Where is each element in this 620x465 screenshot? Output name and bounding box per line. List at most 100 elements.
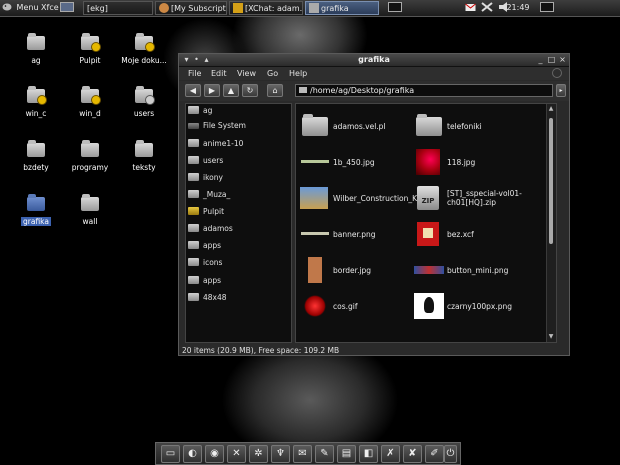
task-browser[interactable]: [My Subscripti... bbox=[155, 1, 227, 15]
desktop-icon-ag[interactable]: ag bbox=[11, 33, 61, 65]
folder-icon bbox=[135, 140, 153, 157]
task-xchat[interactable]: [XChat: adam... bbox=[229, 1, 303, 15]
throbber-icon bbox=[552, 68, 562, 78]
xcf-thumbnail-icon bbox=[414, 221, 444, 247]
menu-view[interactable]: View bbox=[237, 68, 256, 79]
drive-icon bbox=[188, 123, 199, 129]
home-icon[interactable]: ⌂ bbox=[267, 84, 283, 97]
folder-icon bbox=[309, 3, 319, 13]
sidebar-item-48x48[interactable]: 48x48 bbox=[188, 291, 227, 305]
sidebar-item-users[interactable]: users bbox=[188, 154, 223, 168]
scroll-up-icon[interactable]: ▲ bbox=[548, 105, 554, 113]
xcf-thumbnail-icon bbox=[300, 185, 330, 211]
desktop-icon-programy[interactable]: programy bbox=[65, 140, 115, 172]
file-item[interactable]: bez.xcf bbox=[414, 221, 539, 249]
scrollbar-thumb[interactable] bbox=[549, 118, 553, 244]
folder-icon bbox=[27, 194, 45, 211]
desktop-icon-moje-dokumenty[interactable]: Moje doku... bbox=[119, 33, 169, 65]
sidebar-item-muza[interactable]: _Muza_ bbox=[188, 188, 230, 202]
file-item[interactable]: 118.jpg bbox=[414, 149, 539, 177]
system-tool-icon[interactable]: ✗ bbox=[381, 445, 400, 463]
folder-icon bbox=[188, 190, 199, 198]
menu-help[interactable]: Help bbox=[289, 68, 307, 79]
folder-icon bbox=[81, 194, 99, 211]
image-thumbnail-icon bbox=[300, 149, 330, 175]
file-item[interactable]: cos.gif bbox=[300, 293, 425, 321]
image-thumbnail-icon bbox=[414, 257, 444, 283]
music-player-icon[interactable]: ◉ bbox=[205, 445, 224, 463]
status-text: 20 items (20.9 MB), Free space: 109.2 MB bbox=[182, 346, 340, 355]
sidebar-item-apps[interactable]: apps bbox=[188, 239, 221, 253]
folder-icon bbox=[188, 156, 199, 164]
desktop-icon-grafika[interactable]: grafika bbox=[11, 194, 61, 226]
menu-go[interactable]: Go bbox=[267, 68, 278, 79]
sidebar-item-file-system[interactable]: File System bbox=[188, 119, 246, 133]
folder-icon bbox=[27, 86, 47, 105]
file-item[interactable]: adamos.vel.pl bbox=[300, 113, 425, 141]
file-manager-icon[interactable]: ▤ bbox=[337, 445, 356, 463]
file-item[interactable]: telefoniki bbox=[414, 113, 539, 141]
tools-icon[interactable]: ✕ bbox=[227, 445, 246, 463]
clock[interactable]: 21:49 bbox=[503, 1, 533, 15]
sidebar-item-adamos[interactable]: adamos bbox=[188, 222, 233, 236]
window-titlebar[interactable]: ▾ • ▴ grafika _ □ × bbox=[179, 54, 569, 67]
sidebar: ag File System anime1-10 users ikony _Mu… bbox=[185, 103, 292, 343]
network-tool-icon[interactable]: ✘ bbox=[403, 445, 422, 463]
show-desktop-icon[interactable] bbox=[60, 1, 76, 15]
sidebar-item-ikony[interactable]: ikony bbox=[188, 171, 223, 185]
desktop-icon-wall[interactable]: wall bbox=[65, 194, 115, 226]
graphics-editor-icon[interactable]: ✎ bbox=[315, 445, 334, 463]
workspace-switcher-1[interactable] bbox=[388, 1, 404, 15]
logout-icon[interactable]: ⏻ bbox=[444, 445, 457, 463]
location-field[interactable]: /home/ag/Desktop/grafika bbox=[295, 84, 553, 97]
desktop-icon-users[interactable]: users bbox=[119, 86, 169, 118]
network-icon[interactable]: ♆ bbox=[271, 445, 290, 463]
sidebar-item-pulpit[interactable]: Pulpit bbox=[188, 205, 224, 219]
minimize-icon[interactable]: _ bbox=[536, 55, 545, 64]
path-expand-icon[interactable]: ▸ bbox=[556, 84, 566, 97]
maximize-icon[interactable]: □ bbox=[547, 55, 556, 64]
desktop-icon-bzdety[interactable]: bzdety bbox=[11, 140, 61, 172]
sidebar-item-anime1-10[interactable]: anime1-10 bbox=[188, 137, 243, 151]
sidebar-item-ag[interactable]: ag bbox=[188, 104, 212, 118]
file-item[interactable]: border.jpg bbox=[300, 257, 425, 285]
mail-icon[interactable]: ✉ bbox=[293, 445, 312, 463]
scroll-down-icon[interactable]: ▼ bbox=[548, 333, 554, 341]
workspace-switcher-2[interactable] bbox=[540, 1, 556, 15]
forward-icon[interactable]: ▶ bbox=[204, 84, 220, 97]
close-icon[interactable]: × bbox=[558, 55, 567, 64]
vertical-scrollbar[interactable]: ▲ ▼ bbox=[546, 104, 556, 342]
sidebar-item-icons[interactable]: icons bbox=[188, 256, 222, 270]
folder-icon bbox=[188, 139, 199, 147]
up-icon[interactable]: ▲ bbox=[223, 84, 239, 97]
chat-icon[interactable]: ◧ bbox=[359, 445, 378, 463]
file-manager-window: ▾ • ▴ grafika _ □ × File Edit View Go He… bbox=[178, 53, 570, 356]
mail-icon[interactable] bbox=[465, 1, 477, 15]
back-icon[interactable]: ◀ bbox=[185, 84, 201, 97]
file-item[interactable]: button_mini.png bbox=[414, 257, 539, 285]
settings-gear-icon[interactable]: ✲ bbox=[249, 445, 268, 463]
desktop-icon-teksty[interactable]: teksty bbox=[119, 140, 169, 172]
network-icon[interactable] bbox=[481, 1, 495, 15]
task-grafika[interactable]: grafika bbox=[305, 1, 379, 15]
browser-icon[interactable]: ◐ bbox=[183, 445, 202, 463]
terminal-icon[interactable]: ▭ bbox=[161, 445, 180, 463]
reload-icon[interactable]: ↻ bbox=[242, 84, 258, 97]
file-item[interactable]: czarny100px.png bbox=[414, 293, 539, 321]
desktop-icon-pulpit[interactable]: Pulpit bbox=[65, 33, 115, 65]
sidebar-item-apps-2[interactable]: apps bbox=[188, 274, 221, 288]
file-item[interactable]: 1b_450.jpg bbox=[300, 149, 425, 177]
desktop-icon-win-c[interactable]: win_c bbox=[11, 86, 61, 118]
file-item[interactable]: Wilber_Construction_Kit.xcf bbox=[300, 185, 436, 213]
wrench-icon[interactable]: ✐ bbox=[425, 445, 444, 463]
image-thumbnail-icon bbox=[300, 221, 330, 247]
task-ekg[interactable]: [ekg] bbox=[83, 1, 153, 15]
folder-icon bbox=[188, 293, 199, 301]
toolbar: ◀ ▶ ▲ ↻ ⌂ /home/ag/Desktop/grafika ▸ bbox=[179, 81, 569, 101]
menu-file[interactable]: File bbox=[188, 68, 201, 79]
xfce-menu-button[interactable]: Menu Xfce bbox=[2, 1, 59, 15]
menu-edit[interactable]: Edit bbox=[211, 68, 227, 79]
file-item[interactable]: ZIP [ST]_sspecial-vol01-ch01[HQ].zip bbox=[414, 185, 539, 213]
file-item[interactable]: banner.png bbox=[300, 221, 425, 249]
desktop-icon-win-d[interactable]: win_d bbox=[65, 86, 115, 118]
